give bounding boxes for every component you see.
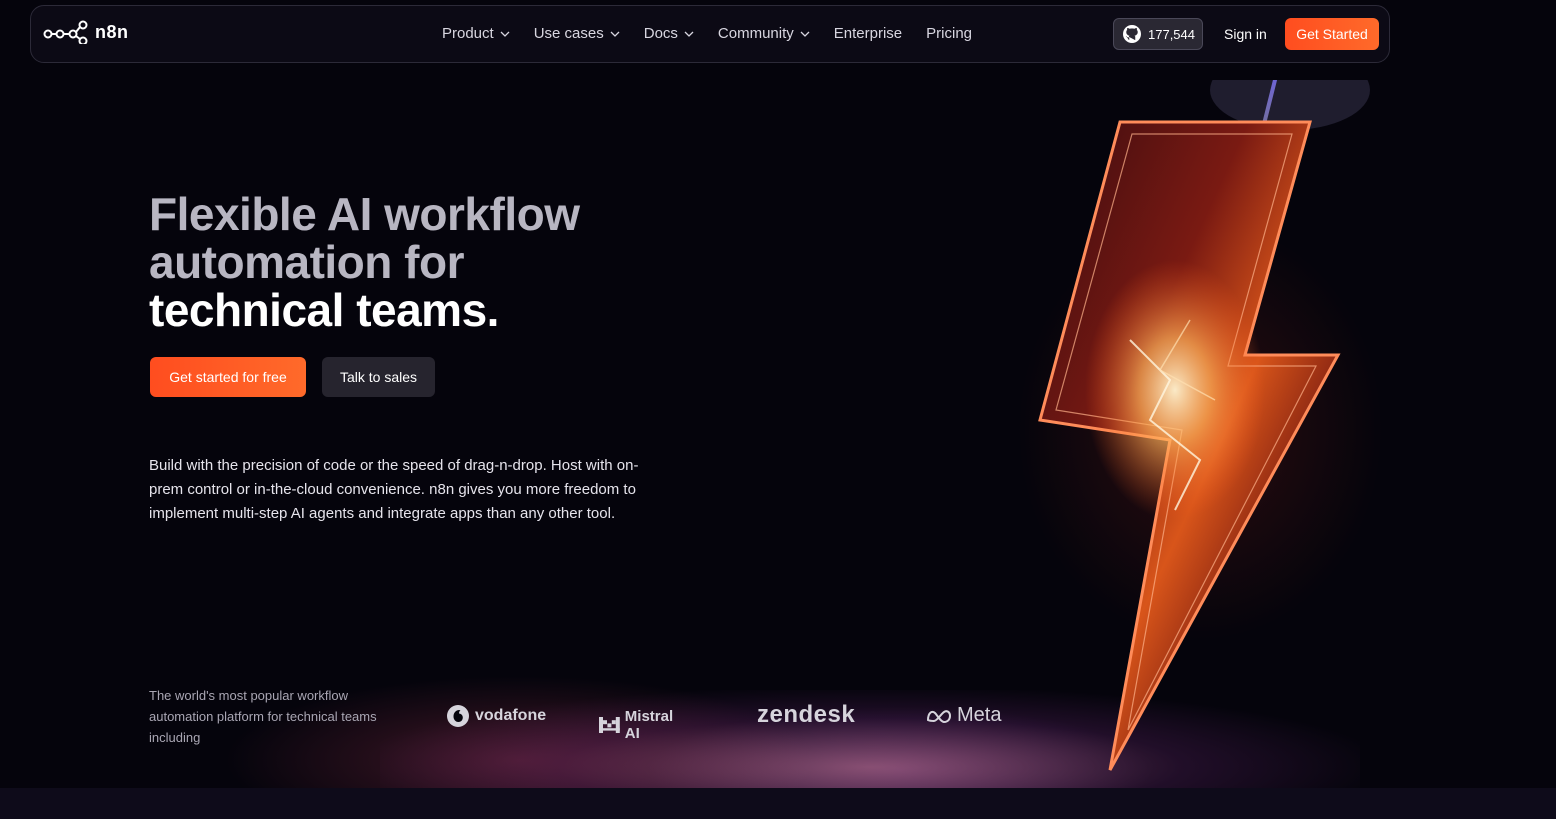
lightning-bolt-illustration (960, 50, 1380, 780)
meta-icon (926, 709, 952, 723)
github-stars-count: 177,544 (1148, 26, 1195, 42)
zendesk-label: zendesk (757, 701, 856, 728)
github-stars-button[interactable]: 177,544 (1113, 18, 1203, 50)
headline-line-3: technical teams. (149, 284, 499, 336)
mistral-label: Mistral AI (624, 708, 674, 742)
get-started-free-button[interactable]: Get started for free (150, 357, 306, 397)
nav-docs[interactable]: Docs (644, 25, 694, 42)
nav-community-label: Community (717, 25, 794, 42)
nav-product-label: Product (442, 25, 494, 42)
hero-headline: Flexible AI workflow automation for tech… (149, 190, 669, 334)
hero-section: n8n Product Use cases Docs Community Ent… (0, 0, 1556, 788)
vodafone-logo: vodafone (446, 704, 546, 728)
nav-enterprise[interactable]: Enterprise (834, 25, 902, 42)
github-icon (1123, 25, 1141, 43)
meta-logo: Meta (926, 704, 1001, 727)
mistral-ai-logo: Mistral AI (599, 708, 678, 742)
n8n-logo[interactable]: n8n (43, 20, 129, 44)
meta-label: Meta (957, 704, 1002, 726)
chevron-down-icon (800, 31, 810, 37)
vodafone-label: vodafone (475, 707, 547, 724)
get-started-button[interactable]: Get Started (1285, 18, 1379, 50)
n8n-logo-icon (43, 20, 88, 44)
vodafone-icon (447, 705, 469, 727)
sign-in-link[interactable]: Sign in (1224, 26, 1267, 42)
zendesk-logo: zendesk (757, 701, 855, 729)
nav-pricing-label: Pricing (926, 25, 973, 42)
nav-links: Product Use cases Docs Community Enterpr… (442, 25, 972, 42)
hero-description: Build with the precision of code or the … (149, 457, 639, 522)
nav-product[interactable]: Product (442, 25, 510, 42)
headline-line-2: automation for (149, 236, 464, 288)
nav-docs-label: Docs (643, 25, 678, 42)
chevron-down-icon (684, 31, 694, 37)
top-navbar: n8n Product Use cases Docs Community Ent… (30, 5, 1390, 63)
mistral-icon (599, 717, 620, 733)
chevron-down-icon (500, 31, 510, 37)
chevron-down-icon (610, 31, 620, 37)
nav-pricing[interactable]: Pricing (926, 25, 972, 42)
trusted-by-text: The world's most popular workflow automa… (149, 688, 377, 745)
headline-line-1: Flexible AI workflow (149, 188, 580, 240)
logo-text: n8n (95, 21, 129, 42)
talk-to-sales-button[interactable]: Talk to sales (322, 357, 435, 397)
nav-use-cases[interactable]: Use cases (534, 25, 620, 42)
nav-community[interactable]: Community (718, 25, 810, 42)
nav-enterprise-label: Enterprise (833, 25, 903, 42)
page-bottom-strip (0, 788, 1556, 819)
nav-use-cases-label: Use cases (533, 25, 604, 42)
